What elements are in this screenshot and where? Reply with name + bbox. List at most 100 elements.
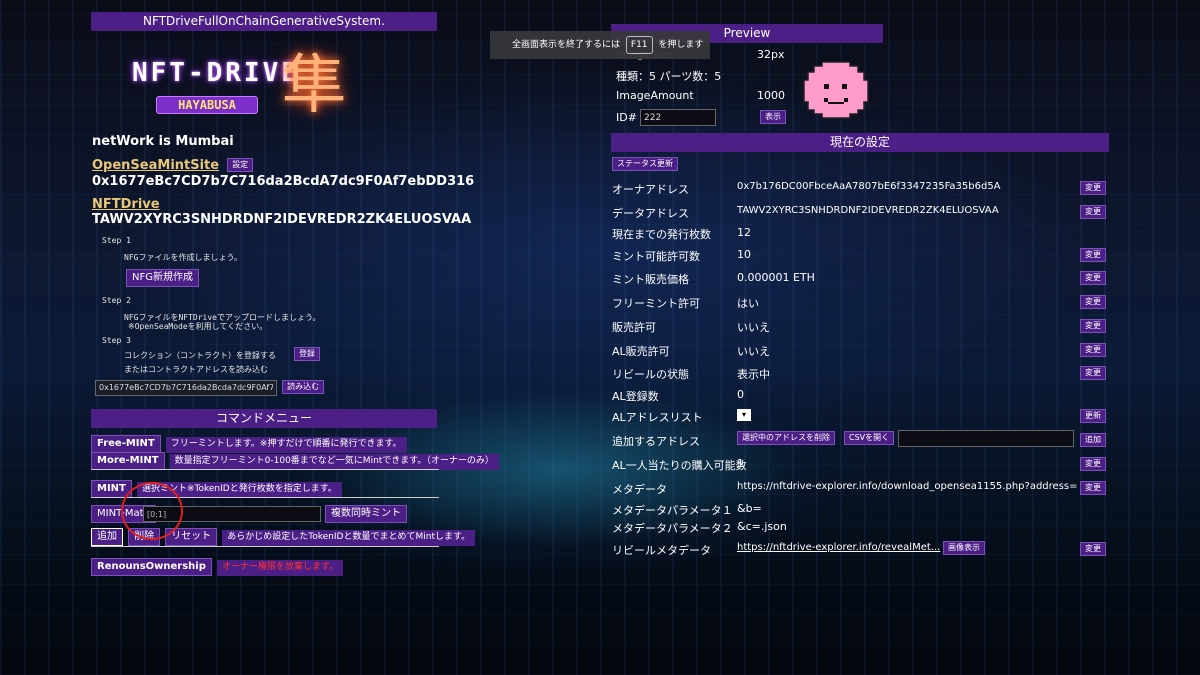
setting-row: ミント販売価格 0.000001 ETH 変更 [612, 268, 1108, 290]
al-address-list-label: ALアドレスリスト [612, 411, 703, 424]
step3-text1: コレクション（コントラクト）を登録する [124, 351, 276, 360]
setting-row: 現在までの発行枚数 12 [612, 223, 1108, 245]
reveal-metadata-label: リビールメタデータ [612, 544, 711, 557]
reveal-state-label: リビールの状態 [612, 368, 689, 381]
change-sale-button[interactable]: 変更 [1080, 319, 1106, 333]
al-per-person-value: 1 [737, 457, 744, 470]
change-reveal-metadata-button[interactable]: 変更 [1080, 542, 1106, 556]
id-label: ID# [616, 111, 637, 124]
change-reveal-button[interactable]: 変更 [1080, 366, 1106, 380]
show-image-button[interactable]: 画像表示 [943, 541, 985, 555]
setting-row: ミント可能許可数 10 変更 [612, 245, 1108, 267]
metadata-param2-label: メタデータパラメータ２ [612, 522, 733, 535]
step1-text: NFGファイルを作成しましょう。 [124, 253, 242, 262]
nfg-create-button[interactable]: NFG新規作成 [126, 269, 199, 287]
step3-title: Step 3 [102, 336, 131, 345]
network-label: netWork is Mumbai [92, 134, 234, 149]
mint-limit-label: ミント可能許可数 [612, 250, 700, 263]
open-csv-button[interactable]: CSVを開く [844, 431, 895, 445]
change-metadata-button[interactable]: 変更 [1080, 481, 1106, 495]
al-per-person-label: AL一人当たりの購入可能数 [612, 459, 747, 472]
add-address-label: 追加するアドレス [612, 435, 700, 448]
renounce-ownership-button[interactable]: RenounsOwnership [91, 558, 212, 576]
change-free-mint-button[interactable]: 変更 [1080, 295, 1106, 309]
app-title: NFTDriveFullOnChainGenerativeSystem. [143, 14, 385, 28]
setting-row: ALアドレスリスト ▾ 更新 [612, 406, 1108, 428]
setting-row: メタデータパラメータ２ &c=.json [612, 517, 1108, 539]
setting-row: メタデータ https://nftdrive-explorer.info/dow… [612, 478, 1108, 500]
opensea-address: 0x1677eBc7CD7b7C716da2BcdA7dc9F0Af7ebDD3… [92, 174, 475, 189]
divider [91, 469, 439, 470]
setting-row: フリーミント許可 はい 変更 [612, 292, 1108, 314]
more-mint-desc: 数量指定フリーミント0-100番までなど一気にMintできます。（オーナーのみ） [169, 454, 499, 470]
setting-row: 追加するアドレス 選択中のアドレスを削除 CSVを開く 追加 [612, 430, 1108, 452]
opensea-mint-site-link[interactable]: OpenSeaMintSite [92, 158, 219, 173]
logo-kanji: 隼 [282, 49, 346, 123]
free-mint-permission-label: フリーミント許可 [612, 297, 700, 310]
settings-title: 現在の設定 [829, 135, 890, 149]
more-mint-row: More-MINT 数量指定フリーミント0-100番までなど一気にMintできま… [91, 448, 499, 470]
preview-title: Preview [723, 26, 771, 40]
metadata-label: メタデータ [612, 483, 667, 496]
setting-row: 販売許可 いいえ 変更 [612, 316, 1108, 338]
show-preview-button[interactable]: 表示 [760, 110, 786, 124]
more-mint-button[interactable]: More-MINT [91, 452, 165, 470]
change-mint-limit-button[interactable]: 変更 [1080, 248, 1106, 262]
nftdrive-row: NFTDrive [92, 193, 160, 212]
reveal-metadata-link[interactable]: https://nftdrive-explorer.info/revealMet… [737, 542, 940, 553]
add-button[interactable]: 追加 [91, 528, 123, 546]
setting-row: AL販売許可 いいえ 変更 [612, 340, 1108, 362]
batch-mint-desc: あらかじめ設定したTokenIDと数量でまとめてMintします。 [222, 530, 476, 546]
logo-main-text: NFT-DRIVE [132, 58, 300, 88]
renounce-row: RenounsOwnership オーナー権限を放棄します。 [91, 554, 344, 576]
contract-address-input[interactable] [95, 379, 277, 396]
load-contract-button[interactable]: 読み込む [282, 380, 325, 394]
highlight-circle [121, 482, 183, 540]
owner-address-label: オーナアドレス [612, 183, 689, 196]
smiley-face-icon [803, 61, 869, 119]
change-owner-button[interactable]: 変更 [1080, 181, 1106, 195]
change-al-sale-button[interactable]: 変更 [1080, 343, 1106, 357]
owner-address-value: 0x7b176DC00FbceAaA7807bE6f3347235Fa35b6d… [737, 181, 1001, 192]
step1-title: Step 1 [102, 236, 131, 245]
al-list-dropdown[interactable]: ▾ [737, 409, 751, 421]
opensea-set-button[interactable]: 設定 [227, 158, 254, 172]
data-address-value: TAWV2XYRC3SNHDRDNF2IDEVREDR2ZK4ELUOSVAA [737, 205, 999, 216]
change-mint-price-button[interactable]: 変更 [1080, 271, 1106, 285]
contract-load-row: 読み込む [95, 375, 325, 396]
sale-permission-label: 販売許可 [612, 321, 656, 334]
settings-header: 現在の設定 [611, 133, 1109, 152]
renounce-desc: オーナー権限を放棄します。 [217, 560, 344, 576]
status-update-button[interactable]: ステータス更新 [612, 157, 678, 171]
setting-row: AL登録数 0 [612, 385, 1108, 407]
image-size-value: 32px [757, 48, 785, 61]
change-data-address-button[interactable]: 変更 [1080, 205, 1106, 219]
add-address-button[interactable]: 追加 [1080, 433, 1106, 447]
register-contract-button[interactable]: 登録 [294, 347, 320, 361]
setting-row: リビールの状態 表示中 変更 [612, 363, 1108, 385]
fullscreen-notice-suffix: を押します [658, 40, 704, 50]
mint-price-value: 0.000001 ETH [737, 271, 815, 284]
nft-preview-image [802, 60, 870, 120]
delete-selected-address-button[interactable]: 選択中のアドレスを削除 [737, 431, 835, 445]
setting-row: AL一人当たりの購入可能数 1 変更 [612, 454, 1108, 476]
image-amount-value: 1000 [757, 89, 785, 102]
fullscreen-notice: 全画面表示を終了するには F11 を押します [490, 31, 710, 59]
fullscreen-notice-prefix: 全画面表示を終了するには [512, 40, 621, 50]
setting-row: データアドレス TAWV2XYRC3SNHDRDNF2IDEVREDR2ZK4E… [612, 202, 1108, 224]
minted-count-label: 現在までの発行枚数 [612, 228, 711, 241]
metadata-param1-label: メタデータパラメータ１ [612, 504, 733, 517]
add-address-input[interactable] [898, 430, 1074, 447]
nftdrive-link[interactable]: NFTDrive [92, 197, 160, 212]
batch-mint-button[interactable]: 複数同時ミント [325, 505, 407, 523]
mint-price-label: ミント販売価格 [612, 273, 689, 286]
al-count-value: 0 [737, 388, 744, 401]
logo: NFT-DRIVE HAYABUSA 隼 [132, 40, 362, 123]
id-input[interactable] [640, 109, 716, 126]
minted-count-value: 12 [737, 226, 751, 239]
image-amount-label: ImageAmount [616, 89, 694, 102]
divider [91, 546, 439, 547]
refresh-al-list-button[interactable]: 更新 [1080, 409, 1106, 423]
change-al-per-person-button[interactable]: 変更 [1080, 457, 1106, 471]
app-title-bar: NFTDriveFullOnChainGenerativeSystem. [91, 12, 437, 31]
